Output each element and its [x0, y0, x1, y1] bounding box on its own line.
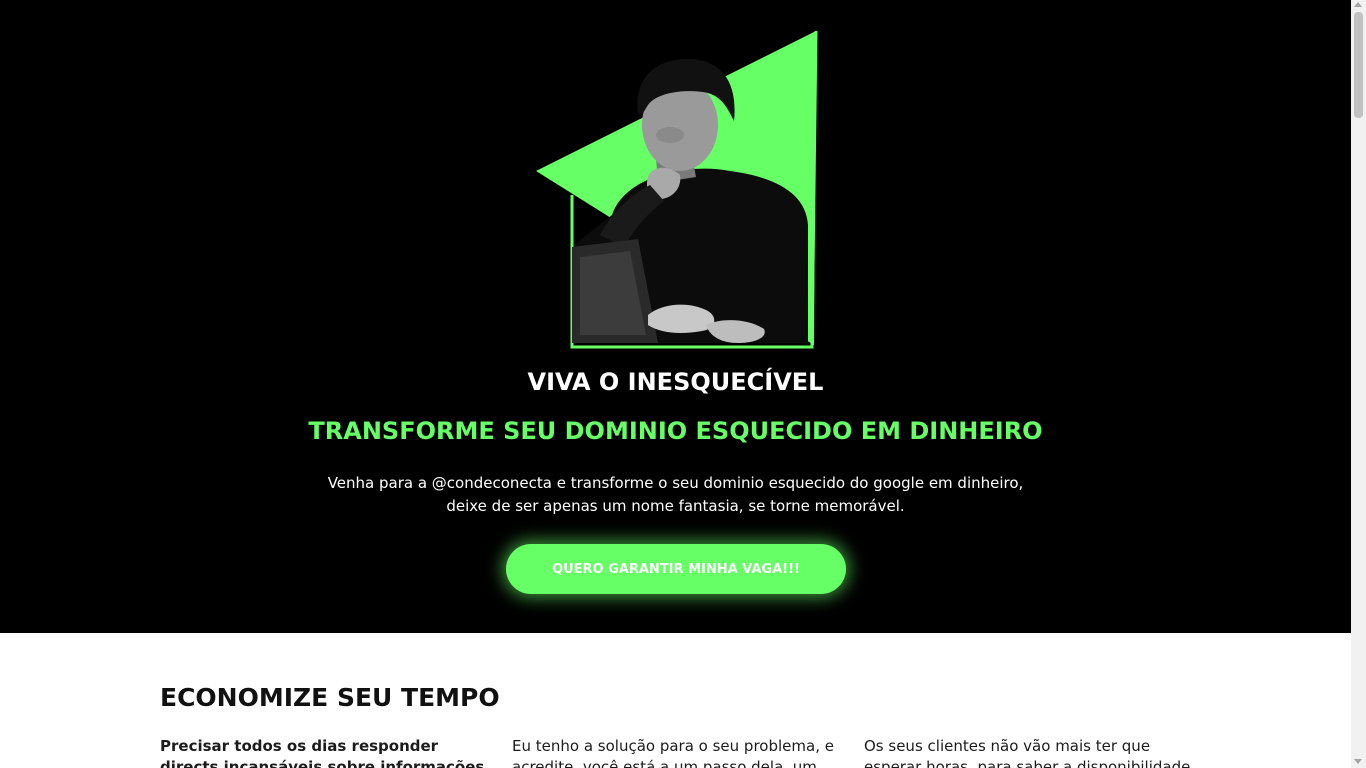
cta-guarantee-spot-button[interactable]: QUERO GARANTIR MINHA VAGA!!!: [506, 544, 846, 594]
hero-portrait-image: [536, 30, 818, 349]
hero-description: Venha para a @condeconecta e transforme …: [327, 474, 1024, 515]
scrollbar-thumb[interactable]: [1354, 12, 1363, 118]
benefits-section: ECONOMIZE SEU TEMPO Precisar todos os di…: [0, 633, 1351, 768]
benefit-text-2: Eu tenho a solução para o seu problema, …: [512, 737, 834, 768]
scroll-up-icon[interactable]: [1354, 2, 1362, 7]
hero-subtitle: TRANSFORME SEU DOMINIO ESQUECIDO EM DINH…: [308, 417, 1043, 445]
hero-section: VIVA O INESQUECÍVEL TRANSFORME SEU DOMIN…: [0, 0, 1351, 633]
benefit-text-1: Precisar todos os dias responder directs…: [160, 737, 485, 768]
hero-title: VIVA O INESQUECÍVEL: [527, 368, 824, 396]
scroll-down-icon[interactable]: [1354, 759, 1362, 764]
vertical-scrollbar[interactable]: [1351, 0, 1366, 768]
section-title: ECONOMIZE SEU TEMPO: [160, 683, 500, 712]
benefit-text-3: Os seus clientes não vão mais ter que es…: [864, 737, 1191, 768]
landing-page: VIVA O INESQUECÍVEL TRANSFORME SEU DOMIN…: [0, 0, 1351, 768]
